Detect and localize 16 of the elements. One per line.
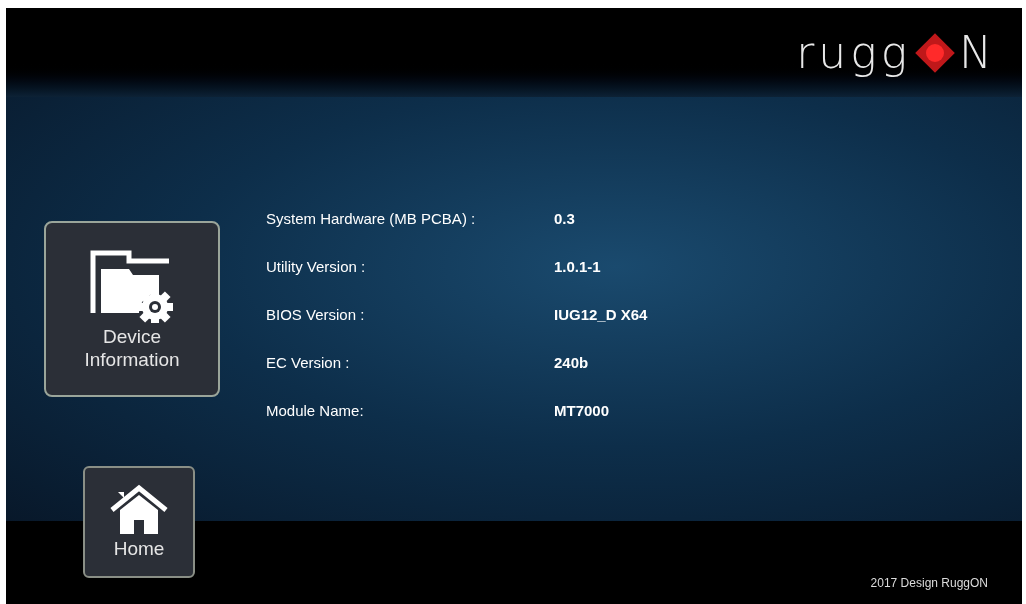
info-value: 240b <box>554 352 589 373</box>
info-label: EC Version : <box>266 352 351 373</box>
info-label: Utility Version : <box>266 256 367 277</box>
home-button[interactable]: Home <box>83 466 195 578</box>
device-information-button[interactable]: Device Information <box>44 221 220 397</box>
info-value: 0.3 <box>554 208 575 229</box>
logo-text: rugg <box>796 30 912 75</box>
info-label: Module Name: <box>266 400 365 421</box>
info-value: IUG12_D X64 <box>554 304 648 325</box>
info-value: 1.0.1-1 <box>554 256 601 277</box>
info-label: BIOS Version : <box>266 304 366 325</box>
info-label: System Hardware (MB PCBA) : <box>266 208 477 229</box>
footer-copyright: 2017 Design RuggON <box>870 575 988 592</box>
logo-text: N <box>959 30 992 75</box>
info-value: MT7000 <box>554 400 610 421</box>
house-icon <box>110 484 168 534</box>
